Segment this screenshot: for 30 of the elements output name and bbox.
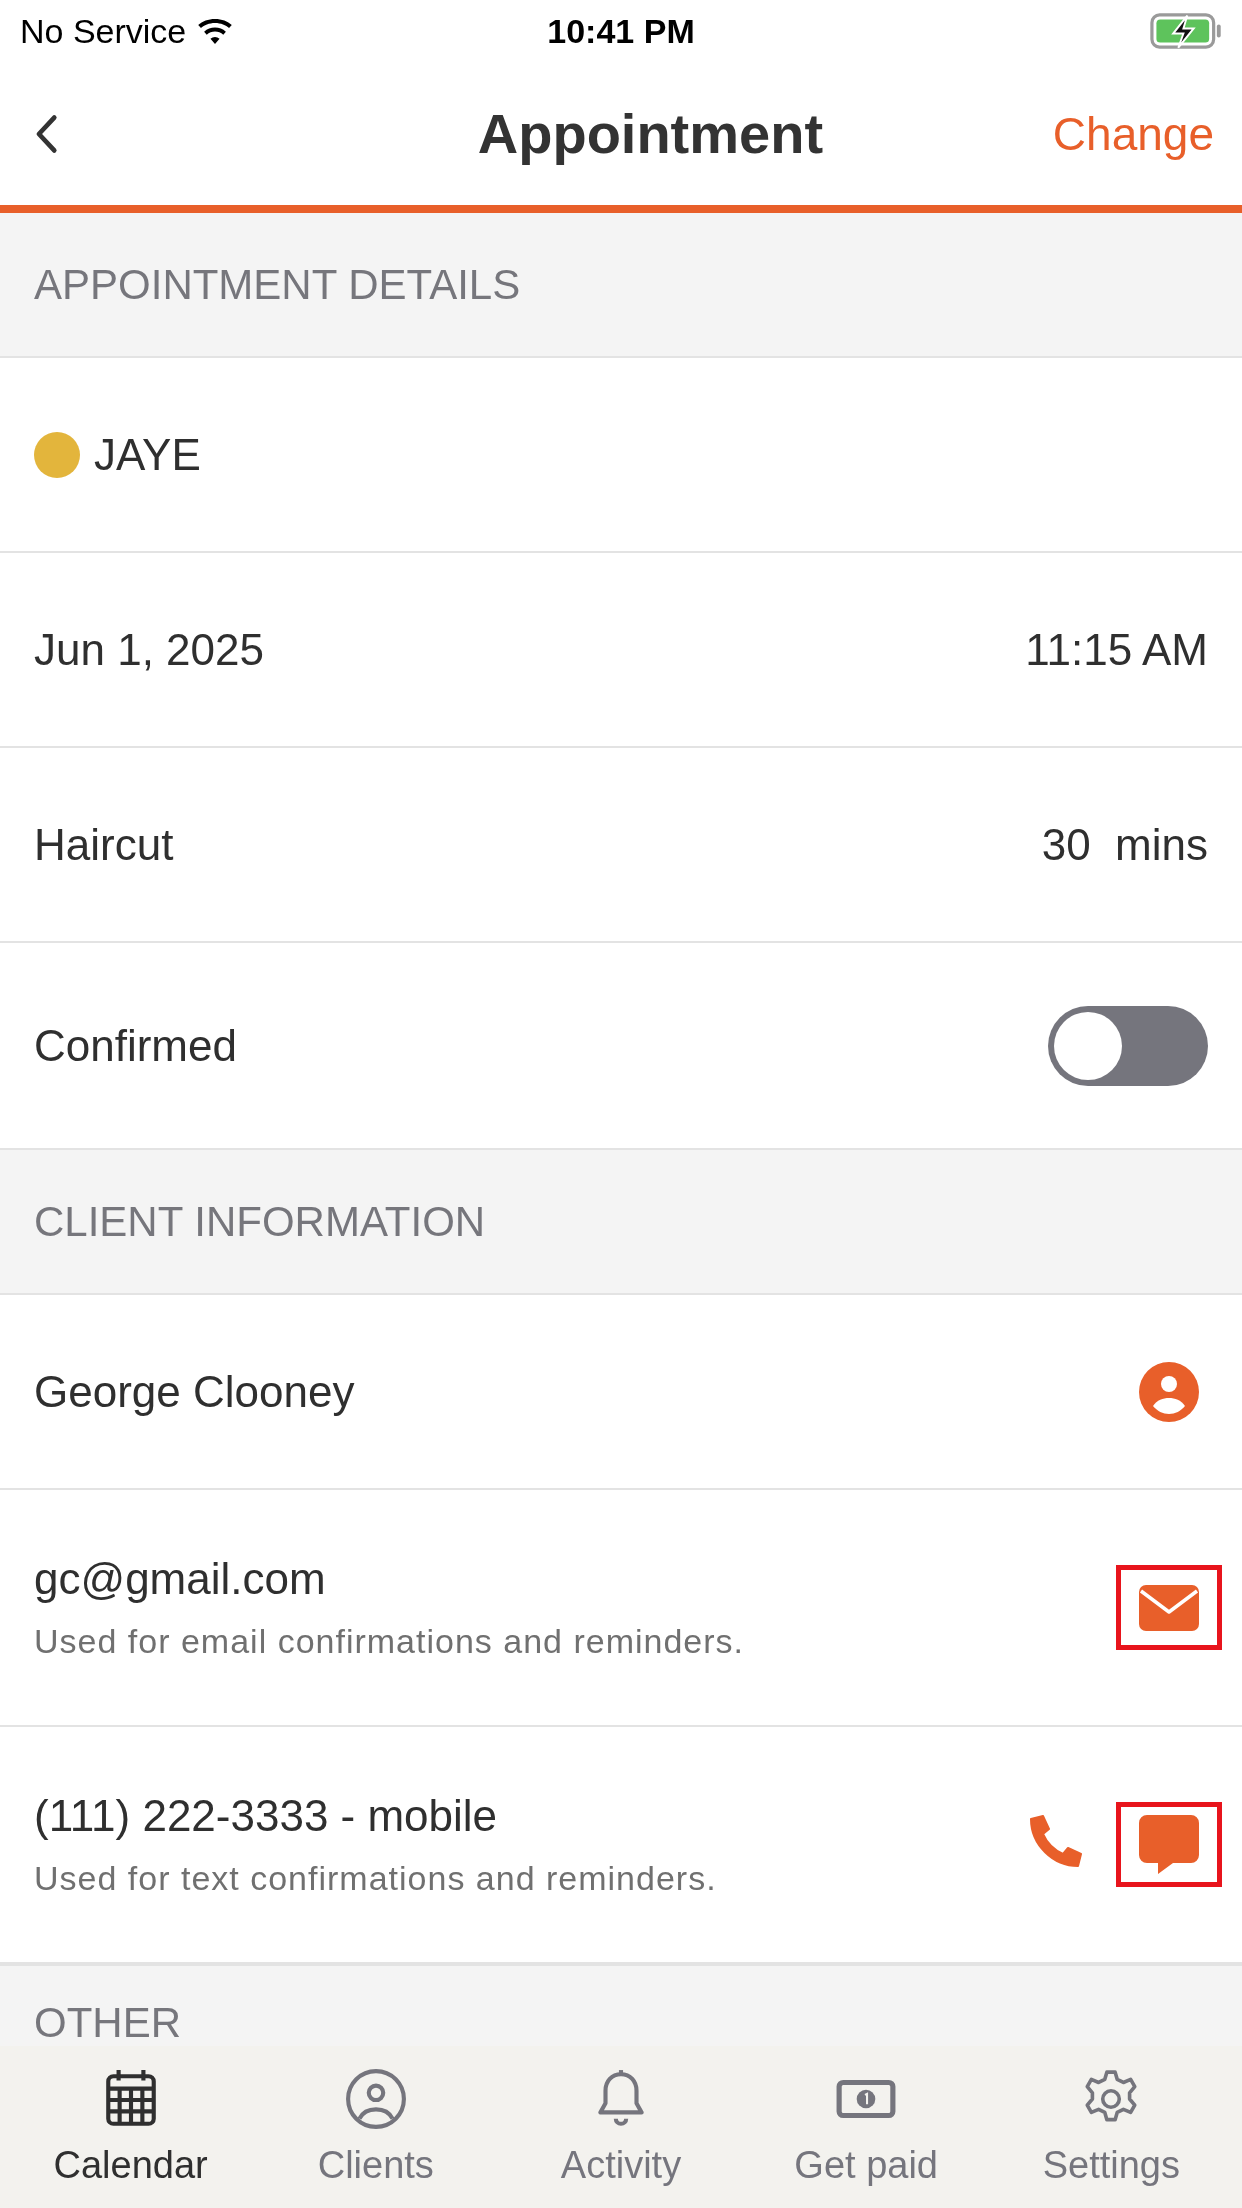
contact-value: George Clooney [34, 1366, 355, 1417]
staff-name: JAYE [94, 429, 201, 480]
message-icon[interactable] [1139, 1814, 1199, 1875]
tab-item[interactable]: Get paid [751, 2067, 982, 2187]
section-header: APPOINTMENT DETAILS [34, 260, 521, 309]
carrier-name: No Service [20, 11, 187, 51]
contact-value: gc@gmail.com [34, 1554, 327, 1604]
person-icon [344, 2067, 407, 2130]
row-label: Jun 1, 2025 [34, 624, 264, 675]
change-button[interactable]: Change [1052, 106, 1214, 161]
status-time: 10:41 PM [547, 11, 695, 51]
row-value: 11:15 AM [1025, 624, 1208, 675]
tab-item[interactable]: Clients [260, 2067, 491, 2187]
contact-note: Used for email confirmations and reminders. [34, 1622, 745, 1661]
back-icon[interactable] [34, 113, 58, 154]
tab-item[interactable]: Calendar [15, 2067, 246, 2187]
tab-item[interactable]: Activity [505, 2067, 736, 2187]
wifi-icon [198, 18, 233, 44]
row-label: Haircut [34, 819, 174, 870]
section-header: OTHER [34, 2000, 181, 2046]
row-label: Confirmed [34, 1020, 237, 1071]
page-title: Appointment [477, 101, 824, 166]
row-value: 30 mins [1041, 819, 1208, 870]
battery-charging-icon [1150, 13, 1222, 49]
person-icon[interactable] [1139, 1361, 1199, 1422]
section-header: CLIENT INFORMATION [34, 1197, 486, 1246]
contact-note: Used for text confirmations and reminders. [34, 1859, 717, 1898]
tab-item[interactable]: Settings [996, 2067, 1227, 2187]
contact-value: (111) 222-3333 - mobile [34, 1791, 499, 1841]
email-icon[interactable] [1139, 1584, 1199, 1631]
